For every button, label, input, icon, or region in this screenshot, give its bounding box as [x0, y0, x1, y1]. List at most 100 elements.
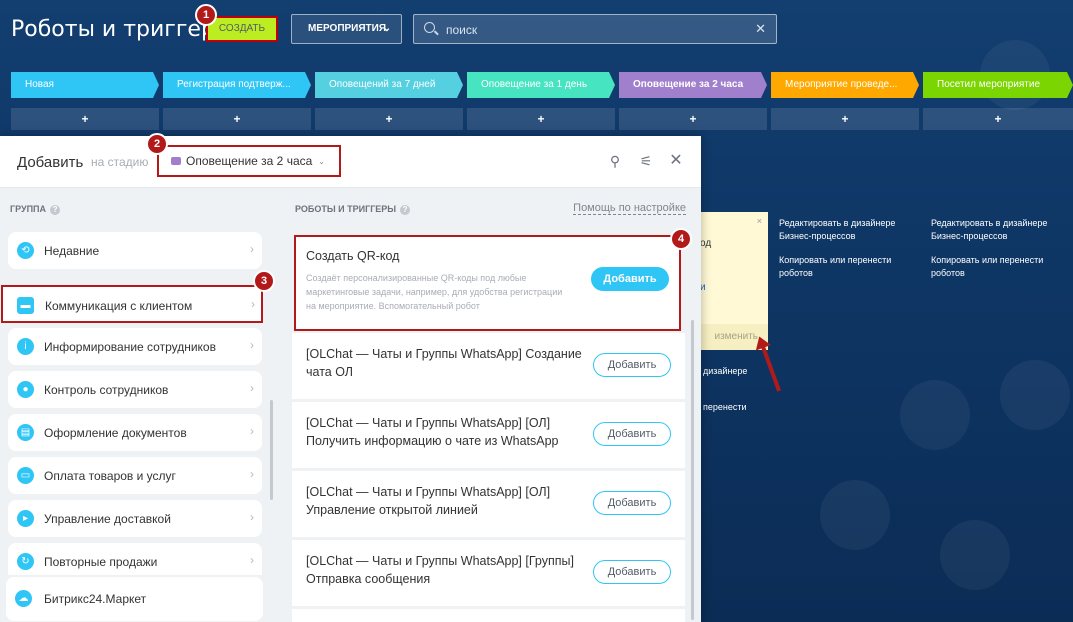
- create-button[interactable]: СОЗДАТЬ: [206, 16, 278, 42]
- chevron-down-icon: ⌄: [318, 157, 325, 166]
- edit-in-designer-link[interactable]: Редактировать в дизайнере Бизнес-процесс…: [931, 217, 1056, 243]
- stage-new[interactable]: Новая: [11, 72, 159, 98]
- stage-label: Оповещение за 1 день: [481, 79, 588, 90]
- truck-icon: ▸: [17, 510, 34, 527]
- document-icon: ▤: [17, 424, 34, 441]
- add-robot-button[interactable]: Добавить: [593, 560, 671, 584]
- group-item-repeat-sales[interactable]: ↻ Повторные продажи ›: [8, 543, 262, 575]
- chevron-down-icon: ⌄: [382, 23, 391, 34]
- robot-description: Создаёт персонализированные QR-коды под …: [306, 273, 563, 311]
- events-dropdown[interactable]: МЕРОПРИЯТИЯ ⌄: [291, 14, 402, 44]
- group-item-delivery[interactable]: ▸ Управление доставкой ›: [8, 500, 262, 537]
- close-icon[interactable]: ×: [757, 216, 762, 226]
- stage-label: Оповещений за 7 дней: [329, 79, 436, 90]
- clear-icon[interactable]: ✕: [755, 21, 766, 37]
- add-robot-row: + + + + + + +: [11, 108, 1073, 130]
- robot-title: [OLChat — Чаты и Группы WhatsApp] Создан…: [306, 347, 582, 379]
- stage-bar: Новая Регистрация подтверж... Оповещений…: [11, 72, 1073, 98]
- add-robot-button[interactable]: +: [771, 108, 919, 130]
- group-heading: ГРУППА?: [10, 204, 61, 215]
- info-icon: i: [17, 338, 34, 355]
- robot-watermark-icon: [900, 380, 970, 450]
- filter-icon[interactable]: ⚟: [637, 152, 655, 170]
- panel-title: Добавить: [17, 154, 84, 171]
- chevron-right-icon: ›: [250, 381, 254, 395]
- robot-watermark-icon: [1000, 360, 1070, 430]
- add-robot-button[interactable]: Добавить: [593, 353, 671, 377]
- add-robot-button[interactable]: Добавить: [593, 491, 671, 515]
- group-item-documents[interactable]: ▤ Оформление документов ›: [8, 414, 262, 451]
- search-input[interactable]: [446, 21, 746, 39]
- help-icon[interactable]: ?: [400, 204, 411, 215]
- add-robot-button[interactable]: Добавить: [591, 267, 669, 291]
- robot-item: [OLChat — Чаты и Группы WhatsApp] [Групп…: [292, 540, 685, 606]
- robot-card[interactable]: × од и изменить: [696, 212, 768, 350]
- group-item-employee-control[interactable]: ● Контроль сотрудников ›: [8, 371, 262, 408]
- add-robot-button[interactable]: +: [923, 108, 1073, 130]
- stage-notify-2-hours[interactable]: Оповещение за 2 часа: [619, 72, 767, 98]
- robots-column: РОБОТЫ И ТРИГГЕРЫ? Помощь по настройке С…: [280, 188, 701, 622]
- stage-attended[interactable]: Посетил мероприятие: [923, 72, 1073, 98]
- help-link[interactable]: Помощь по настройке: [573, 202, 686, 215]
- robots-heading: РОБОТЫ И ТРИГГЕРЫ?: [295, 204, 411, 215]
- add-robot-button[interactable]: +: [315, 108, 463, 130]
- robot-item: [292, 609, 685, 622]
- scrollbar[interactable]: [270, 400, 273, 500]
- stage-color-dot: [171, 157, 181, 165]
- top-bar: Роботы и триггеры СОЗДАТЬ МЕРОПРИЯТИЯ ⌄ …: [0, 0, 1073, 60]
- robot-card-title: од: [700, 238, 712, 249]
- close-icon[interactable]: ✕: [667, 152, 685, 170]
- add-robot-button[interactable]: Добавить: [593, 422, 671, 446]
- robot-title: [OLChat — Чаты и Группы WhatsApp] [Групп…: [306, 554, 574, 586]
- group-item-employee-info[interactable]: i Информирование сотрудников ›: [8, 328, 262, 365]
- copy-move-robots-link[interactable]: Копировать или перенести роботов: [931, 254, 1056, 280]
- add-robot-button[interactable]: +: [467, 108, 615, 130]
- stage-label: Мероприятие проведе...: [785, 79, 898, 90]
- scrollbar[interactable]: [691, 320, 694, 620]
- step-badge: 2: [146, 133, 168, 155]
- market-link[interactable]: ☁ Битрикс24.Маркет: [6, 577, 263, 621]
- chat-icon: ▬: [17, 297, 34, 314]
- stage-notify-1-day[interactable]: Оповещение за 1 день: [467, 72, 615, 98]
- clock-icon: ⟲: [17, 242, 34, 259]
- robot-item: [OLChat — Чаты и Группы WhatsApp] Создан…: [292, 333, 685, 399]
- edit-in-designer-link[interactable]: дизайнере: [703, 365, 753, 378]
- group-item-label: Коммуникация с клиентом: [45, 299, 193, 313]
- group-item-label: Повторные продажи: [44, 555, 158, 569]
- group-item-recent[interactable]: ⟲ Недавние ›: [8, 232, 262, 269]
- search-icon[interactable]: ⚲: [606, 152, 624, 170]
- step-badge: 3: [253, 270, 275, 292]
- group-column: ГРУППА? ⟲ Недавние › ▬ Коммуникация с кл…: [0, 188, 280, 622]
- group-item-label: Информирование сотрудников: [44, 340, 216, 354]
- add-robot-button[interactable]: +: [11, 108, 159, 130]
- copy-move-robots-link[interactable]: перенести: [703, 401, 753, 414]
- add-robot-button[interactable]: +: [163, 108, 311, 130]
- stage-event-held[interactable]: Мероприятие проведе...: [771, 72, 919, 98]
- robot-watermark-icon: [940, 520, 1010, 590]
- stage-label: Регистрация подтверж...: [177, 79, 291, 90]
- robot-title: [OLChat — Чаты и Группы WhatsApp] [ОЛ] У…: [306, 485, 551, 517]
- add-robot-button[interactable]: +: [619, 108, 767, 130]
- events-label: МЕРОПРИЯТИЯ: [308, 23, 387, 34]
- stage-registration[interactable]: Регистрация подтверж...: [163, 72, 311, 98]
- chevron-right-icon: ›: [250, 338, 254, 352]
- edit-in-designer-link[interactable]: Редактировать в дизайнере Бизнес-процесс…: [779, 217, 904, 243]
- robot-item: [OLChat — Чаты и Группы WhatsApp] [ОЛ] У…: [292, 471, 685, 537]
- people-icon: ●: [17, 381, 34, 398]
- payment-icon: ▭: [17, 467, 34, 484]
- panel-header: Добавить на стадию Оповещение за 2 часа …: [0, 136, 701, 188]
- stage-label: Оповещение за 2 часа: [633, 79, 744, 90]
- stage-notify-7-days[interactable]: Оповещений за 7 дней: [315, 72, 463, 98]
- stage-selector[interactable]: Оповещение за 2 часа ⌄: [157, 145, 341, 177]
- market-label: Битрикс24.Маркет: [44, 592, 147, 606]
- group-item-label: Контроль сотрудников: [44, 383, 169, 397]
- robot-title: Создать QR-код: [306, 249, 400, 263]
- copy-move-robots-link[interactable]: Копировать или перенести роботов: [779, 254, 904, 280]
- step-badge: 1: [195, 4, 217, 26]
- group-item-payment[interactable]: ▭ Оплата товаров и услуг ›: [8, 457, 262, 494]
- cloud-icon: ☁: [15, 590, 32, 607]
- help-icon[interactable]: ?: [50, 204, 61, 215]
- group-item-customer-communication[interactable]: ▬ Коммуникация с клиентом ›: [1, 285, 263, 323]
- search-box[interactable]: ✕: [413, 14, 777, 44]
- robot-item: Создать QR-код Создаёт персонализированн…: [294, 235, 681, 331]
